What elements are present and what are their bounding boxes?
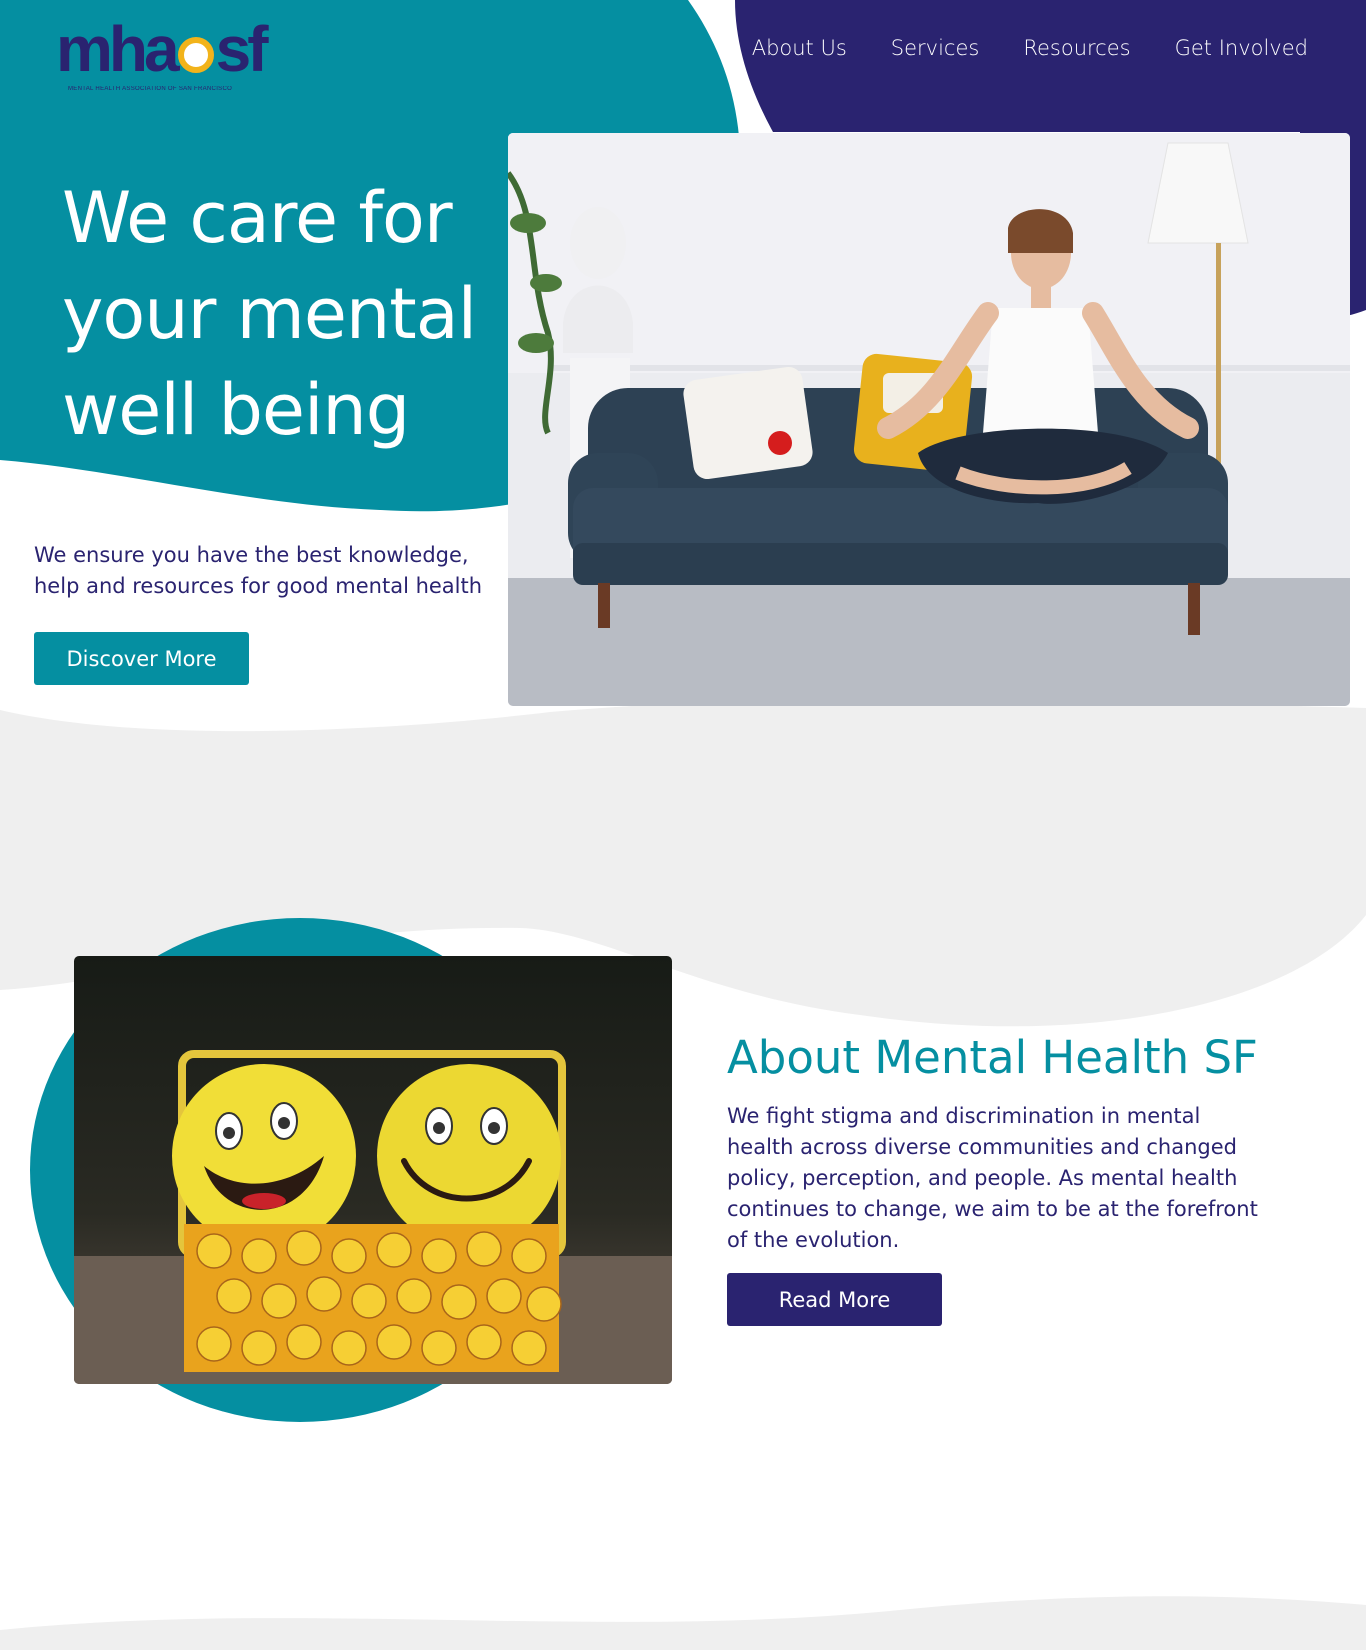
read-more-button[interactable]: Read More [727, 1273, 942, 1326]
main-nav: About Us Services Resources Get Involved [708, 36, 1308, 60]
logo-wordmark-left: mha [56, 13, 180, 85]
nav-item-services[interactable]: Services [891, 36, 980, 60]
nav-item-get-involved[interactable]: Get Involved [1175, 36, 1308, 60]
logo-wordmark: mha sf [56, 13, 269, 85]
bottom-gray-wave [0, 1596, 1366, 1650]
hero-description: We ensure you have the best knowledge, h… [34, 543, 483, 598]
logo-bell-icon [177, 37, 214, 73]
about-smiley-photo [74, 956, 672, 1384]
about-description: We fight stigma and discrimination in me… [727, 1104, 1258, 1252]
hero-title: We care for your mental well being [62, 177, 477, 451]
hero-meditation-photo [508, 133, 1350, 706]
logo-tagline: MENTAL HEALTH ASSOCIATION OF SAN FRANCIS… [68, 86, 233, 92]
mhasf-logo[interactable]: mha sf MENTAL HEALTH ASSOCIATION OF SAN F… [56, 14, 268, 94]
nav-item-about-us[interactable]: About Us [752, 36, 847, 60]
logo-wordmark-right: sf [215, 13, 269, 85]
about-title: About Mental Health SF [727, 1031, 1258, 1084]
discover-more-button[interactable]: Discover More [34, 632, 249, 685]
nav-item-resources[interactable]: Resources [1023, 36, 1130, 60]
